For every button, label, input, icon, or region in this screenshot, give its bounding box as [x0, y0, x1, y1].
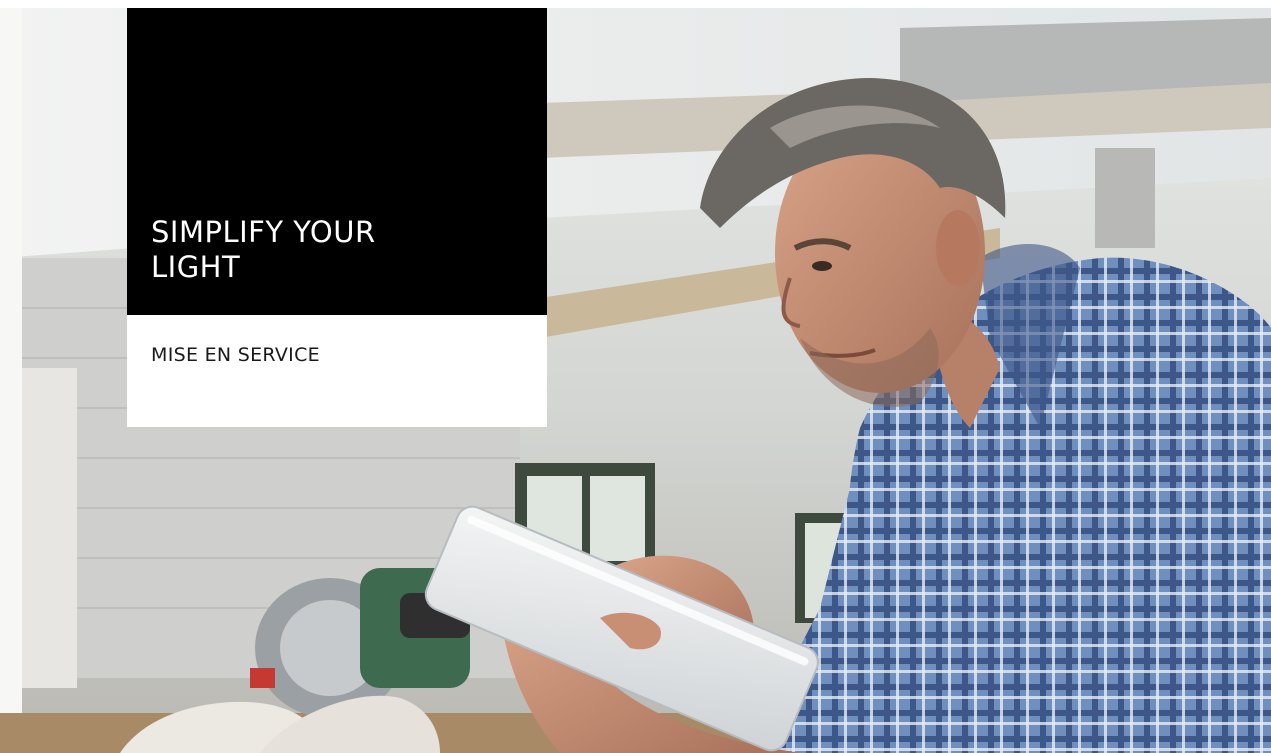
- hero-banner: SIMPLIFY YOUR LIGHT MISE EN SERVICE: [0, 0, 1271, 753]
- title-card: SIMPLIFY YOUR LIGHT: [127, 8, 547, 315]
- hero-subtitle: MISE EN SERVICE: [151, 344, 320, 366]
- subtitle-card: MISE EN SERVICE: [127, 315, 547, 427]
- hero-title-line-2: LIGHT: [151, 250, 241, 284]
- hero-title-line-1: SIMPLIFY YOUR: [151, 215, 376, 249]
- hero-title: SIMPLIFY YOUR LIGHT: [151, 215, 531, 285]
